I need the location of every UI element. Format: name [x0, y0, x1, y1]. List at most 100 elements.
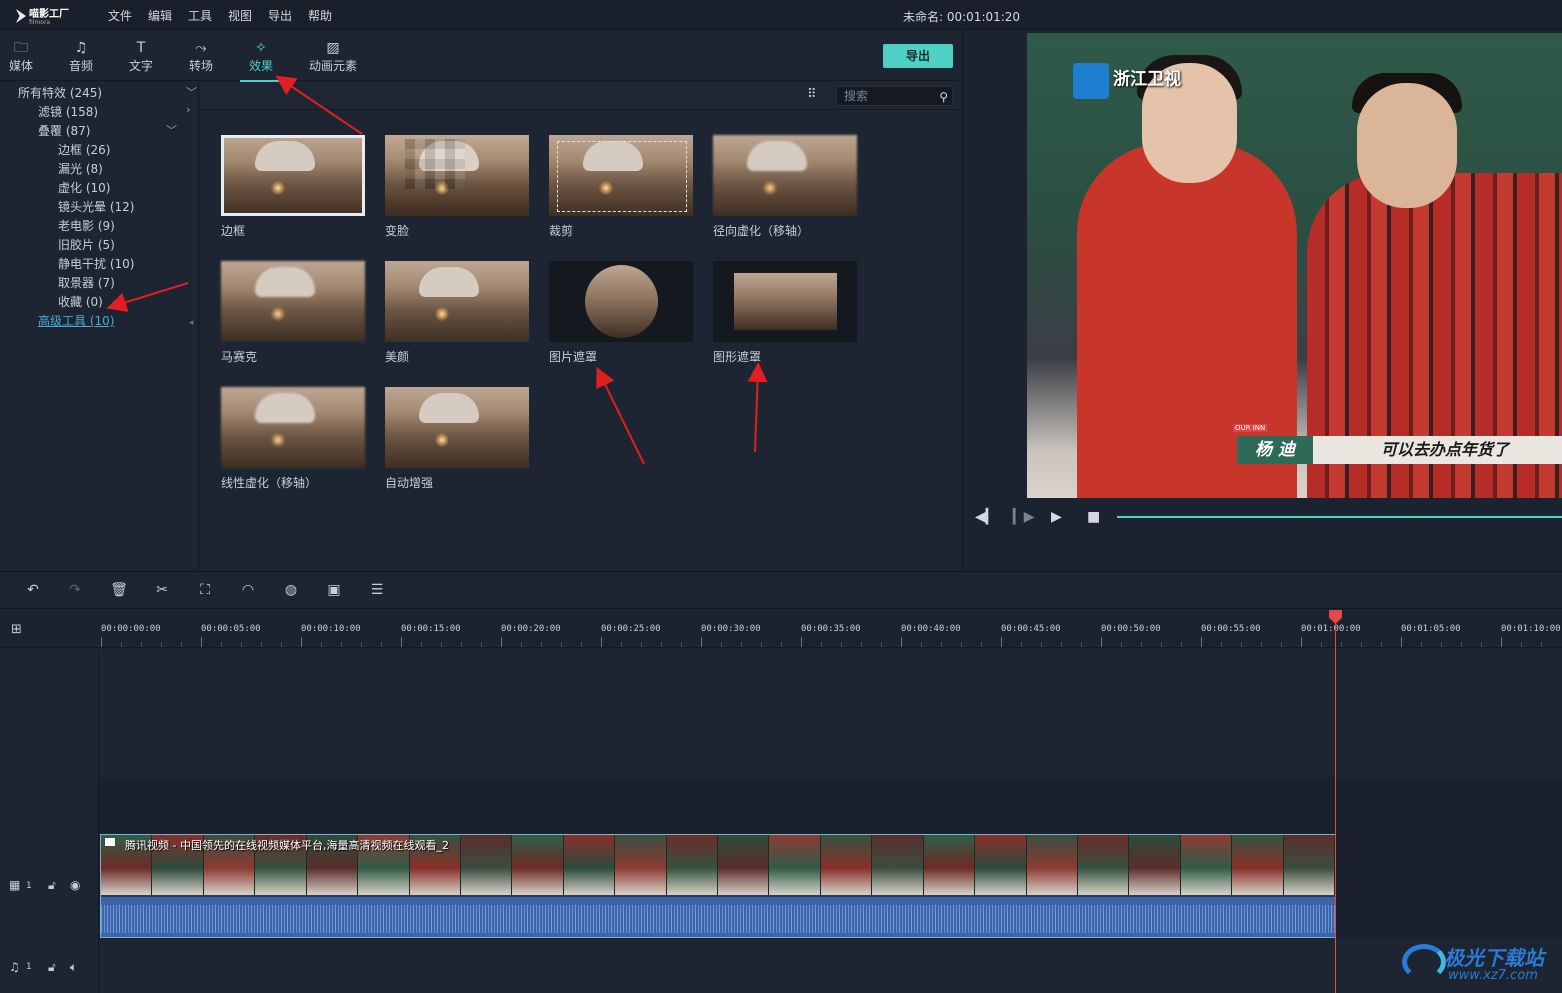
category-overlays[interactable]: 叠覆 (87) ﹀ — [38, 122, 200, 139]
search-input[interactable]: 搜索 ⚲ — [836, 86, 953, 106]
search-icon[interactable]: ⚲ — [939, 88, 948, 106]
menu-edit[interactable]: 编辑 — [148, 7, 172, 24]
category-all[interactable]: 所有特效 (245) ﹀ — [18, 84, 200, 101]
ruler-minor-tick — [761, 642, 762, 647]
category-lens-flare[interactable]: 镜头光晕 (12) — [58, 198, 134, 215]
tab-elements[interactable]: ▨ 动画元素 — [304, 39, 362, 74]
timeline-ruler[interactable]: ⊞ 00:00:00:00 00:00:05:00 00:00:10:00 00:00… — [0, 610, 1562, 648]
effect-label: 马赛克 — [221, 350, 258, 364]
ruler-tick-label: 00:00:00:00 — [101, 624, 161, 634]
ruler-minor-tick — [421, 642, 422, 647]
effect-card-beauty[interactable]: 美颜 — [385, 261, 529, 365]
speaker-icon[interactable]: 🔈︎ — [70, 960, 77, 975]
playhead-line[interactable] — [1335, 610, 1336, 993]
playback-progress-bar[interactable] — [1117, 516, 1562, 518]
tab-transitions[interactable]: ⤳ 转场 — [176, 39, 226, 74]
ruler-minor-tick — [581, 642, 582, 647]
tab-audio[interactable]: ♫ 音频 — [56, 39, 106, 74]
clip-frame-thumbnail — [666, 835, 719, 895]
speed-icon[interactable]: ◠ — [239, 581, 257, 599]
undo-icon[interactable]: ↶ — [24, 581, 42, 599]
category-frames[interactable]: 边框 (26) — [58, 141, 110, 158]
next-frame-icon[interactable]: ▎▶ — [1013, 507, 1035, 527]
collapse-arrow-icon[interactable]: ◂ — [189, 318, 194, 328]
clip-frame-thumbnail — [1232, 835, 1284, 895]
crop-icon[interactable]: ⛶ — [196, 581, 214, 599]
preview-video[interactable]: 浙江卫视 OUR INN 杨 迪 可以去办点年货了 — [1027, 33, 1562, 498]
clip-frame-thumbnail — [1078, 835, 1130, 895]
effect-card-border[interactable]: 边框 — [221, 135, 365, 239]
lock-icon[interactable]: 🔓︎ — [48, 878, 56, 893]
audio-adjust-icon[interactable]: ☰ — [368, 581, 386, 599]
ruler-tick — [1401, 637, 1402, 647]
ruler-minor-tick — [481, 642, 482, 647]
effect-card-radial-tilt-shift[interactable]: 径向虚化（移轴） — [713, 135, 857, 239]
effect-card-crop[interactable]: 裁剪 — [549, 135, 693, 239]
ruler-minor-tick — [241, 642, 242, 647]
category-label: 叠覆 (87) — [38, 124, 91, 138]
menu-export[interactable]: 导出 — [268, 7, 292, 24]
redo-icon[interactable]: ↷ — [66, 581, 84, 599]
stop-icon[interactable]: ■ — [1087, 507, 1100, 527]
ruler-tick — [1201, 637, 1202, 647]
category-filters[interactable]: 滤镜 (158) › — [38, 103, 200, 120]
search-placeholder: 搜索 — [844, 89, 869, 103]
category-old-negative[interactable]: 旧胶片 (5) — [58, 236, 115, 253]
category-static[interactable]: 静电干扰 (10) — [58, 255, 134, 272]
lock-icon[interactable]: 🔓︎ — [48, 960, 56, 975]
delete-icon[interactable]: 🗑 — [110, 581, 128, 599]
menu-help[interactable]: 帮助 — [308, 7, 332, 24]
green-screen-icon[interactable]: ▣ — [325, 581, 343, 599]
ruler-tick-label: 00:01:00:00 — [1301, 624, 1361, 634]
ruler-minor-tick — [861, 642, 862, 647]
chevron-right-icon: › — [186, 103, 191, 116]
effect-card-shape-mask[interactable]: 图形遮罩 — [713, 261, 857, 365]
clip-frame-thumbnail — [615, 835, 667, 895]
export-button[interactable]: 导出 — [883, 44, 953, 68]
ruler-tick — [201, 637, 202, 647]
effect-thumbnail — [221, 135, 365, 216]
film-icon: ▦ — [9, 878, 21, 892]
clip-frame-thumbnail — [769, 835, 821, 895]
effect-card-image-mask[interactable]: 图片遮罩 — [549, 261, 693, 365]
effect-card-face-off[interactable]: 变脸 — [385, 135, 529, 239]
effect-thumbnail — [221, 261, 365, 342]
ruler-minor-tick — [1141, 642, 1142, 647]
eye-icon[interactable]: ◉ — [70, 878, 80, 892]
category-light-leaks[interactable]: 漏光 (8) — [58, 160, 103, 177]
menu-bar: 喵影工厂 filmora 文件 编辑 工具 视图 导出 帮助 未命名: 00:0… — [0, 0, 1562, 30]
effect-card-mosaic[interactable]: 马赛克 — [221, 261, 365, 365]
menu-view[interactable]: 视图 — [228, 7, 252, 24]
ruler-tick-label: 00:00:35:00 — [801, 624, 861, 634]
tab-label: 媒体 — [8, 59, 33, 73]
effect-card-linear-tilt-shift[interactable]: 线性虚化（移轴） — [221, 387, 365, 491]
ruler-minor-tick — [321, 642, 322, 647]
ruler-minor-tick — [1421, 642, 1422, 647]
category-viewfinder[interactable]: 取景器 (7) — [58, 274, 115, 291]
clip-frame-thumbnail — [872, 835, 924, 895]
ruler-minor-tick — [1541, 642, 1542, 647]
cut-icon[interactable]: ✂ — [153, 581, 171, 599]
color-icon[interactable]: ◍ — [282, 581, 300, 599]
grid-view-icon[interactable]: ⠿ — [807, 88, 821, 102]
add-track-icon[interactable]: ⊞ — [11, 622, 29, 638]
ruler-minor-tick — [841, 642, 842, 647]
ruler-minor-tick — [1461, 642, 1462, 647]
tab-effects[interactable]: ✧ 效果 — [236, 39, 286, 82]
menu-file[interactable]: 文件 — [108, 7, 132, 24]
menu-tools[interactable]: 工具 — [188, 7, 212, 24]
tab-text[interactable]: T 文字 — [116, 39, 166, 74]
category-favorites[interactable]: 收藏 (0) — [58, 293, 103, 310]
category-old-film[interactable]: 老电影 (9) — [58, 217, 115, 234]
video-clip[interactable]: 腾讯视频 - 中国领先的在线视频媒体平台,海量高清视频在线观看_2 — [100, 834, 1336, 938]
tab-media[interactable]: 🗀 媒体 — [0, 39, 46, 74]
category-advanced-tools[interactable]: 高级工具 (10) — [38, 312, 114, 329]
music-note-icon: ♫ — [9, 960, 20, 974]
effect-card-auto-enhance[interactable]: 自动增强 — [385, 387, 529, 491]
ruler-tick-label: 00:00:50:00 — [1101, 624, 1161, 634]
category-bokeh[interactable]: 虚化 (10) — [58, 179, 110, 196]
play-icon[interactable]: ▶ — [1051, 507, 1062, 527]
project-title: 未命名: 00:01:01:20 — [903, 10, 1021, 24]
previous-frame-icon[interactable]: ◀▎ — [975, 507, 997, 527]
empty-track — [0, 778, 1562, 833]
